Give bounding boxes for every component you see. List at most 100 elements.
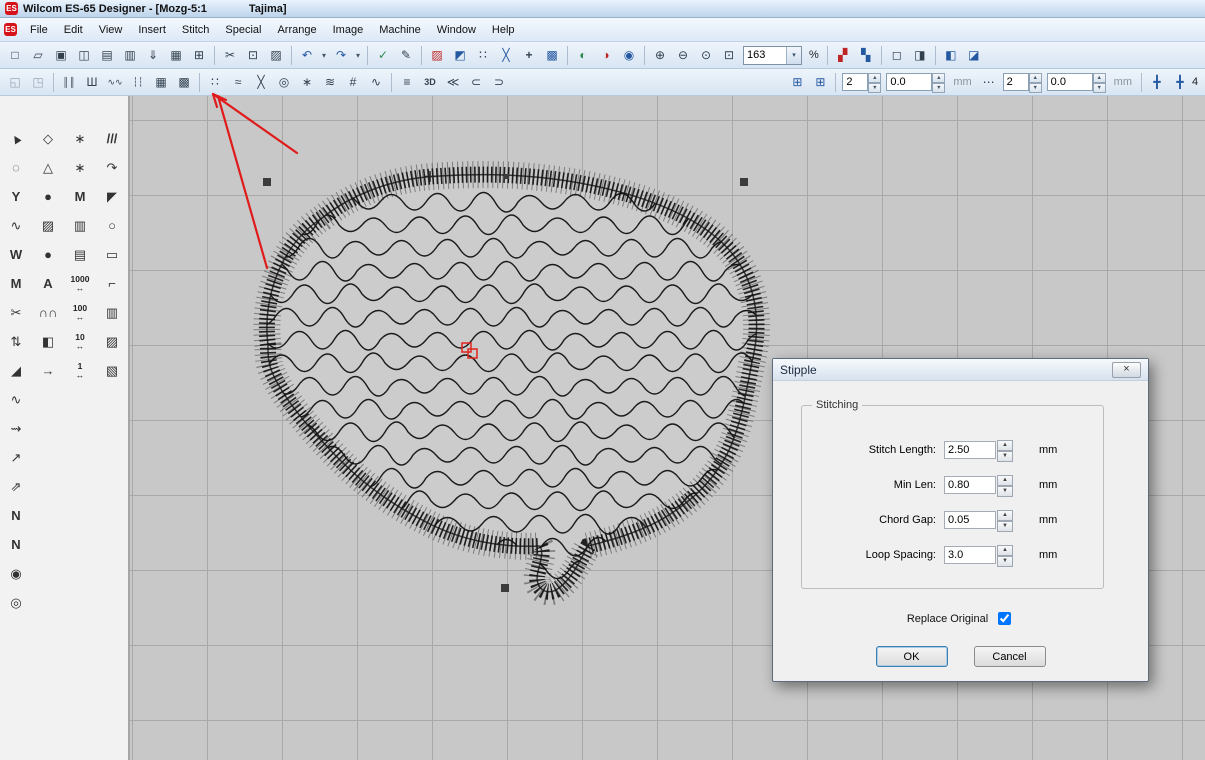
stitch-1-tool[interactable]: 1↔ <box>67 358 93 383</box>
stitch-direction-tool[interactable]: ⇝ <box>3 416 29 441</box>
insert-design-icon[interactable]: ⊞ <box>188 45 210 66</box>
stipple-run-icon[interactable]: ∷ <box>472 45 494 66</box>
cross-fill-icon[interactable]: ╳ <box>250 72 272 93</box>
jagged-b-icon[interactable]: ⊃ <box>488 72 510 93</box>
dialog-close-button[interactable]: × <box>1112 362 1141 378</box>
travel-start-icon[interactable]: ◧ <box>940 45 962 66</box>
dialog-titlebar[interactable]: Stipple × <box>773 359 1148 381</box>
save-icon[interactable]: ▣ <box>50 45 72 66</box>
spacing-dots-icon[interactable]: ⋯ <box>978 72 1000 93</box>
brain-design-object[interactable] <box>267 175 757 592</box>
n-effect-red-tool[interactable]: N <box>3 532 29 557</box>
straight-arrow-tool[interactable]: ↗ <box>3 445 29 470</box>
selection-handle[interactable] <box>501 584 509 592</box>
min-len-stepper[interactable]: ▲▼ <box>997 475 1013 495</box>
grid-show-icon[interactable]: ⊞ <box>809 72 831 93</box>
paste-icon[interactable]: ▨ <box>265 45 287 66</box>
spin-down-icon[interactable]: ▼ <box>868 83 881 93</box>
tatami-fill-tool[interactable]: ▨ <box>35 213 61 238</box>
graph-b-icon[interactable]: ◳ <box>27 72 49 93</box>
zoom-fit-icon[interactable]: ⊡ <box>718 45 740 66</box>
fur-effect-icon[interactable]: ≪ <box>442 72 464 93</box>
zoom-pan-icon[interactable]: ╋ <box>1169 72 1191 93</box>
flower-motif-tool[interactable]: ∗ <box>67 126 93 151</box>
grid-snap-icon[interactable]: ⊞ <box>786 72 808 93</box>
column-fill-tool[interactable]: ▥ <box>67 213 93 238</box>
machine-run-icon[interactable]: ▚ <box>855 45 877 66</box>
overlap-icon[interactable]: ◉ <box>618 45 640 66</box>
menu-window[interactable]: Window <box>429 20 484 40</box>
ellipse-tool[interactable]: ○ <box>99 213 125 238</box>
color-film-icon[interactable]: ◑ <box>595 45 617 66</box>
star-fill-icon[interactable]: ∗ <box>296 72 318 93</box>
motif-m-tool[interactable]: M <box>3 271 29 296</box>
print-icon[interactable]: ▤ <box>96 45 118 66</box>
grid-fill-icon[interactable]: # <box>342 72 364 93</box>
carving-tool[interactable]: ◧ <box>35 329 61 354</box>
select-check-icon[interactable]: ✓ <box>372 45 394 66</box>
contour-icon[interactable]: ◩ <box>449 45 471 66</box>
stitch-length-stepper[interactable]: ▲▼ <box>997 440 1013 460</box>
spin-down-icon[interactable]: ▼ <box>997 451 1013 462</box>
hoop-icon[interactable]: ◻ <box>886 45 908 66</box>
zigzag-arrow-tool[interactable]: ⇗ <box>3 474 29 499</box>
menu-arrange[interactable]: Arrange <box>269 20 324 40</box>
stitch-spacing-stepper[interactable]: ▲▼ <box>842 73 881 91</box>
freehand-select-tool[interactable]: ◌ <box>3 155 29 180</box>
rectangle-tool[interactable]: ▭ <box>99 242 125 267</box>
run-stitch-icon[interactable]: ┆┆ <box>127 72 149 93</box>
pan-icon[interactable]: ╋ <box>1146 72 1168 93</box>
outline-list-icon[interactable]: ≡ <box>396 72 418 93</box>
auto-digitize-icon[interactable]: ▩ <box>541 45 563 66</box>
flag-tool[interactable]: ◤ <box>99 184 125 209</box>
target-a-tool[interactable]: ◉ <box>3 561 29 586</box>
offset-a-stepper[interactable]: ▲▼ <box>886 73 945 91</box>
satin-stitch-icon[interactable]: ║║ <box>58 72 80 93</box>
cancel-button[interactable]: Cancel <box>974 646 1046 667</box>
undo-icon[interactable]: ↶ <box>296 45 318 66</box>
spin-up-icon[interactable]: ▲ <box>997 475 1013 486</box>
ok-button[interactable]: OK <box>876 646 948 667</box>
menu-file[interactable]: File <box>22 20 56 40</box>
spin-down-icon[interactable]: ▼ <box>997 486 1013 497</box>
arc-tool[interactable]: ↷ <box>99 155 125 180</box>
stitch-spacing2-stepper[interactable]: ▲▼ <box>1003 73 1042 91</box>
spin-up-icon[interactable]: ▲ <box>997 545 1013 556</box>
fan-tool[interactable]: ◢ <box>3 358 29 383</box>
menu-machine[interactable]: Machine <box>371 20 429 40</box>
document-logo-icon[interactable]: ES <box>4 23 17 36</box>
selection-handle[interactable] <box>263 178 271 186</box>
chevron-down-icon[interactable]: ▾ <box>786 47 801 64</box>
sphere-effect-tool[interactable]: ● <box>35 184 61 209</box>
scissors-tool[interactable]: ✂ <box>3 300 29 325</box>
stitch-100-tool[interactable]: 100↔ <box>67 300 93 325</box>
stitch-spacing2-input[interactable] <box>1003 73 1029 91</box>
graph-a-icon[interactable]: ◱ <box>4 72 26 93</box>
stitch-1000-tool[interactable]: 1000↔ <box>67 271 93 296</box>
tatami-stitch-icon[interactable]: ▦ <box>150 72 172 93</box>
presser-foot-tool[interactable]: ⌐ <box>99 271 125 296</box>
target-b-tool[interactable]: ◎ <box>3 590 29 615</box>
chord-gap-input[interactable] <box>944 511 996 529</box>
offset-a-input[interactable] <box>886 73 932 91</box>
columns-tool[interactable]: ▥ <box>99 300 125 325</box>
menu-special[interactable]: Special <box>217 20 269 40</box>
spin-down-icon[interactable]: ▼ <box>1093 83 1106 93</box>
mirror-tool[interactable]: ⇅ <box>3 329 29 354</box>
save-all-icon[interactable]: ◫ <box>73 45 95 66</box>
satin-red-icon[interactable]: ▨ <box>426 45 448 66</box>
zoom-combobox[interactable]: ▾ <box>743 46 802 65</box>
stitch-spacing-input[interactable] <box>842 73 868 91</box>
e-stitch-icon[interactable]: Ш <box>81 72 103 93</box>
color-wheel-icon[interactable]: ◐ <box>572 45 594 66</box>
spin-down-icon[interactable]: ▼ <box>1029 83 1042 93</box>
min-len-input[interactable] <box>944 476 996 494</box>
chord-gap-stepper[interactable]: ▲▼ <box>997 510 1013 530</box>
zoom-1to1-icon[interactable]: ⊙ <box>695 45 717 66</box>
wave-fill-icon[interactable]: ≈ <box>227 72 249 93</box>
stitch-edit-icon[interactable]: ✎ <box>395 45 417 66</box>
menu-stitch[interactable]: Stitch <box>174 20 218 40</box>
menu-help[interactable]: Help <box>484 20 523 40</box>
new-icon[interactable]: □ <box>4 45 26 66</box>
motif-fill-icon[interactable]: ≋ <box>319 72 341 93</box>
